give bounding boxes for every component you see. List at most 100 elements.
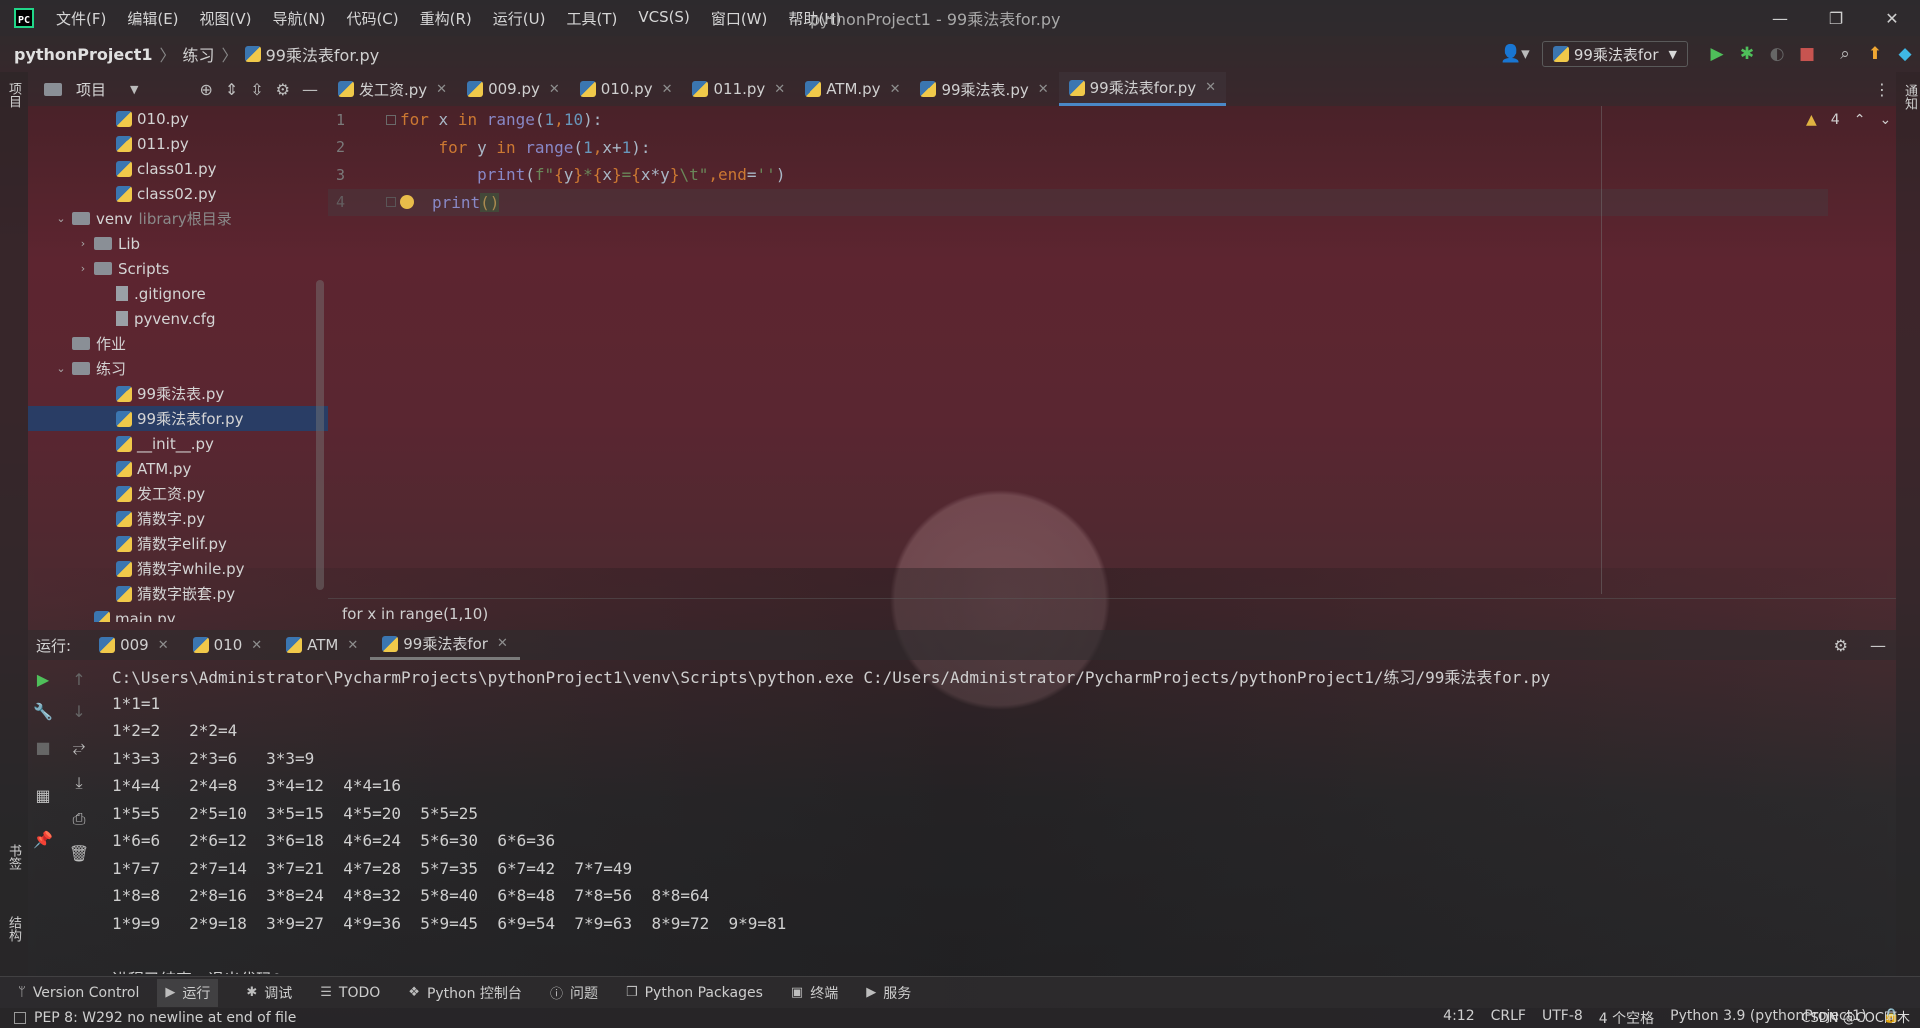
chevron-right-icon[interactable]: ›: [76, 262, 90, 275]
menu-window[interactable]: 窗口(W): [711, 8, 768, 29]
breadcrumb-project[interactable]: pythonProject1: [14, 45, 153, 64]
close-tab-icon[interactable]: ✕: [158, 638, 169, 653]
code-line[interactable]: print(f"{y} *{x} ={x*y} \t", end = ''): [400, 161, 1600, 189]
jetbrains-toolbox-icon[interactable]: ◆: [1890, 39, 1920, 69]
menu-run[interactable]: 运行(U): [493, 8, 546, 29]
run-tab[interactable]: 009 ✕: [87, 630, 181, 660]
editor-tab[interactable]: 99乘法表for.py ✕: [1058, 72, 1227, 106]
code-line[interactable]: for y in range(1, x+ 1):: [400, 134, 1600, 162]
chevron-down-icon[interactable]: ▼: [130, 83, 138, 96]
editor-tab[interactable]: 010.py ✕: [570, 72, 683, 106]
update-icon[interactable]: ⬆: [1860, 39, 1890, 69]
chevron-down-icon[interactable]: ⌄: [54, 212, 68, 225]
tree-item[interactable]: main.py: [28, 606, 328, 622]
menu-file[interactable]: 文件(F): [56, 8, 106, 29]
status-toggle-icon[interactable]: [14, 1012, 26, 1024]
close-tab-icon[interactable]: ✕: [890, 82, 901, 97]
tool-window-button[interactable]: ▶ 服务: [866, 983, 911, 1003]
tree-item[interactable]: 99乘法表.py: [28, 381, 328, 406]
close-window-button[interactable]: ✕: [1864, 0, 1920, 36]
menu-code[interactable]: 代码(C): [346, 8, 398, 29]
trash-icon[interactable]: 🗑: [68, 842, 90, 864]
tree-item[interactable]: .gitignore: [28, 281, 328, 306]
project-tree-scrollbar[interactable]: [316, 280, 324, 590]
line-separator[interactable]: CRLF: [1491, 1008, 1526, 1028]
expand-all-icon[interactable]: ⇕: [225, 80, 238, 99]
gear-icon[interactable]: ⚙: [276, 80, 290, 99]
tree-item[interactable]: 011.py: [28, 131, 328, 156]
project-tool-label[interactable]: 项目: [4, 82, 23, 108]
project-panel-title[interactable]: 项目: [76, 79, 106, 100]
scroll-to-end-icon[interactable]: ⤓: [68, 772, 90, 794]
tree-item[interactable]: 猜数字elif.py: [28, 531, 328, 556]
wrench-icon[interactable]: 🔧: [32, 700, 54, 722]
scroll-down-icon[interactable]: ↓: [68, 700, 90, 722]
debug-icon[interactable]: ✱: [1732, 39, 1762, 69]
tool-window-button[interactable]: ⓘ 问题: [550, 983, 598, 1003]
close-tab-icon[interactable]: ✕: [347, 638, 358, 653]
editor-tab[interactable]: 发工资.py ✕: [328, 72, 457, 106]
run-tab[interactable]: 99乘法表for ✕: [370, 630, 520, 660]
tool-window-button[interactable]: ☰ TODO: [320, 985, 380, 1001]
tree-item[interactable]: class02.py: [28, 181, 328, 206]
bookmarks-tool-label[interactable]: 书签: [4, 844, 23, 870]
structure-tool-label[interactable]: 结构: [4, 916, 23, 942]
close-tab-icon[interactable]: ✕: [251, 638, 262, 653]
tree-item[interactable]: ⌄ venv library根目录: [28, 206, 328, 231]
tree-item[interactable]: __init__.py: [28, 431, 328, 456]
menu-navigate[interactable]: 导航(N): [273, 8, 326, 29]
close-tab-icon[interactable]: ✕: [436, 82, 447, 97]
user-account-icon[interactable]: 👤▾: [1500, 39, 1530, 69]
close-tab-icon[interactable]: ✕: [662, 82, 673, 97]
indent-setting[interactable]: 4 个空格: [1599, 1008, 1654, 1028]
tree-item[interactable]: 作业: [28, 331, 328, 356]
minimize-button[interactable]: —: [1752, 0, 1808, 36]
tree-item[interactable]: 猜数字.py: [28, 506, 328, 531]
collapse-all-icon[interactable]: ⇳: [250, 80, 263, 99]
run-console-output[interactable]: C:\Users\Administrator\PycharmProjects\p…: [112, 662, 1892, 974]
tree-item[interactable]: pyvenv.cfg: [28, 306, 328, 331]
tree-item[interactable]: ⌄ 练习: [28, 356, 328, 381]
editor-tab[interactable]: 99乘法表.py ✕: [910, 72, 1058, 106]
next-highlight-icon[interactable]: ⌄: [1879, 112, 1891, 128]
pin-icon[interactable]: 📌: [32, 828, 54, 850]
structure-crumb-text[interactable]: for x in range(1,10): [342, 605, 488, 623]
close-tab-icon[interactable]: ✕: [1205, 80, 1216, 95]
gear-icon[interactable]: ⚙: [1834, 636, 1848, 655]
inspection-widget[interactable]: ▲ 4 ⌃ ⌄: [1806, 112, 1891, 128]
tree-item[interactable]: 猜数字嵌套.py: [28, 581, 328, 606]
maximize-button[interactable]: ❐: [1808, 0, 1864, 36]
stop-icon[interactable]: ■: [1792, 39, 1822, 69]
run-tab[interactable]: 010 ✕: [181, 630, 275, 660]
layout-icon[interactable]: ▦: [32, 784, 54, 806]
tool-window-button[interactable]: ✱ 调试: [246, 983, 292, 1003]
pycharm-logo-icon[interactable]: PC: [14, 8, 34, 28]
code-editor[interactable]: for x in range(1, 10): for y in range(1, x…: [328, 106, 1828, 594]
menu-vcs[interactable]: VCS(S): [638, 8, 689, 29]
fold-icon[interactable]: [386, 114, 396, 125]
tree-item[interactable]: › Lib: [28, 231, 328, 256]
intention-bulb-icon[interactable]: [400, 195, 414, 210]
menu-tools[interactable]: 工具(T): [566, 8, 617, 29]
file-encoding[interactable]: UTF-8: [1542, 1008, 1583, 1028]
coverage-icon[interactable]: ◐: [1762, 39, 1792, 69]
tree-item[interactable]: ATM.py: [28, 456, 328, 481]
print-icon[interactable]: ⎙: [68, 808, 90, 830]
rerun-icon[interactable]: ▶: [32, 668, 54, 690]
tree-item[interactable]: 99乘法表for.py: [28, 406, 328, 431]
tool-window-button[interactable]: ❖ Python 控制台: [408, 983, 522, 1003]
code-line-current[interactable]: print(): [328, 188, 1828, 216]
tool-window-button[interactable]: ᛘ Version Control: [18, 985, 139, 1001]
tool-window-button[interactable]: ▶ 运行: [157, 978, 219, 1007]
soft-wrap-icon[interactable]: ⥂: [68, 736, 90, 758]
previous-highlight-icon[interactable]: ⌃: [1854, 112, 1866, 128]
editor-structure-breadcrumb[interactable]: for x in range(1,10): [328, 598, 1896, 628]
breadcrumb-file[interactable]: 99乘法表for.py: [266, 42, 380, 66]
close-tab-icon[interactable]: ✕: [497, 636, 508, 651]
more-tabs-icon[interactable]: ⋮: [1868, 72, 1896, 106]
close-tab-icon[interactable]: ✕: [549, 82, 560, 97]
hide-panel-icon[interactable]: —: [1870, 636, 1886, 655]
tree-item[interactable]: 发工资.py: [28, 481, 328, 506]
search-icon[interactable]: ⌕: [1830, 39, 1860, 69]
menu-view[interactable]: 视图(V): [200, 8, 252, 29]
